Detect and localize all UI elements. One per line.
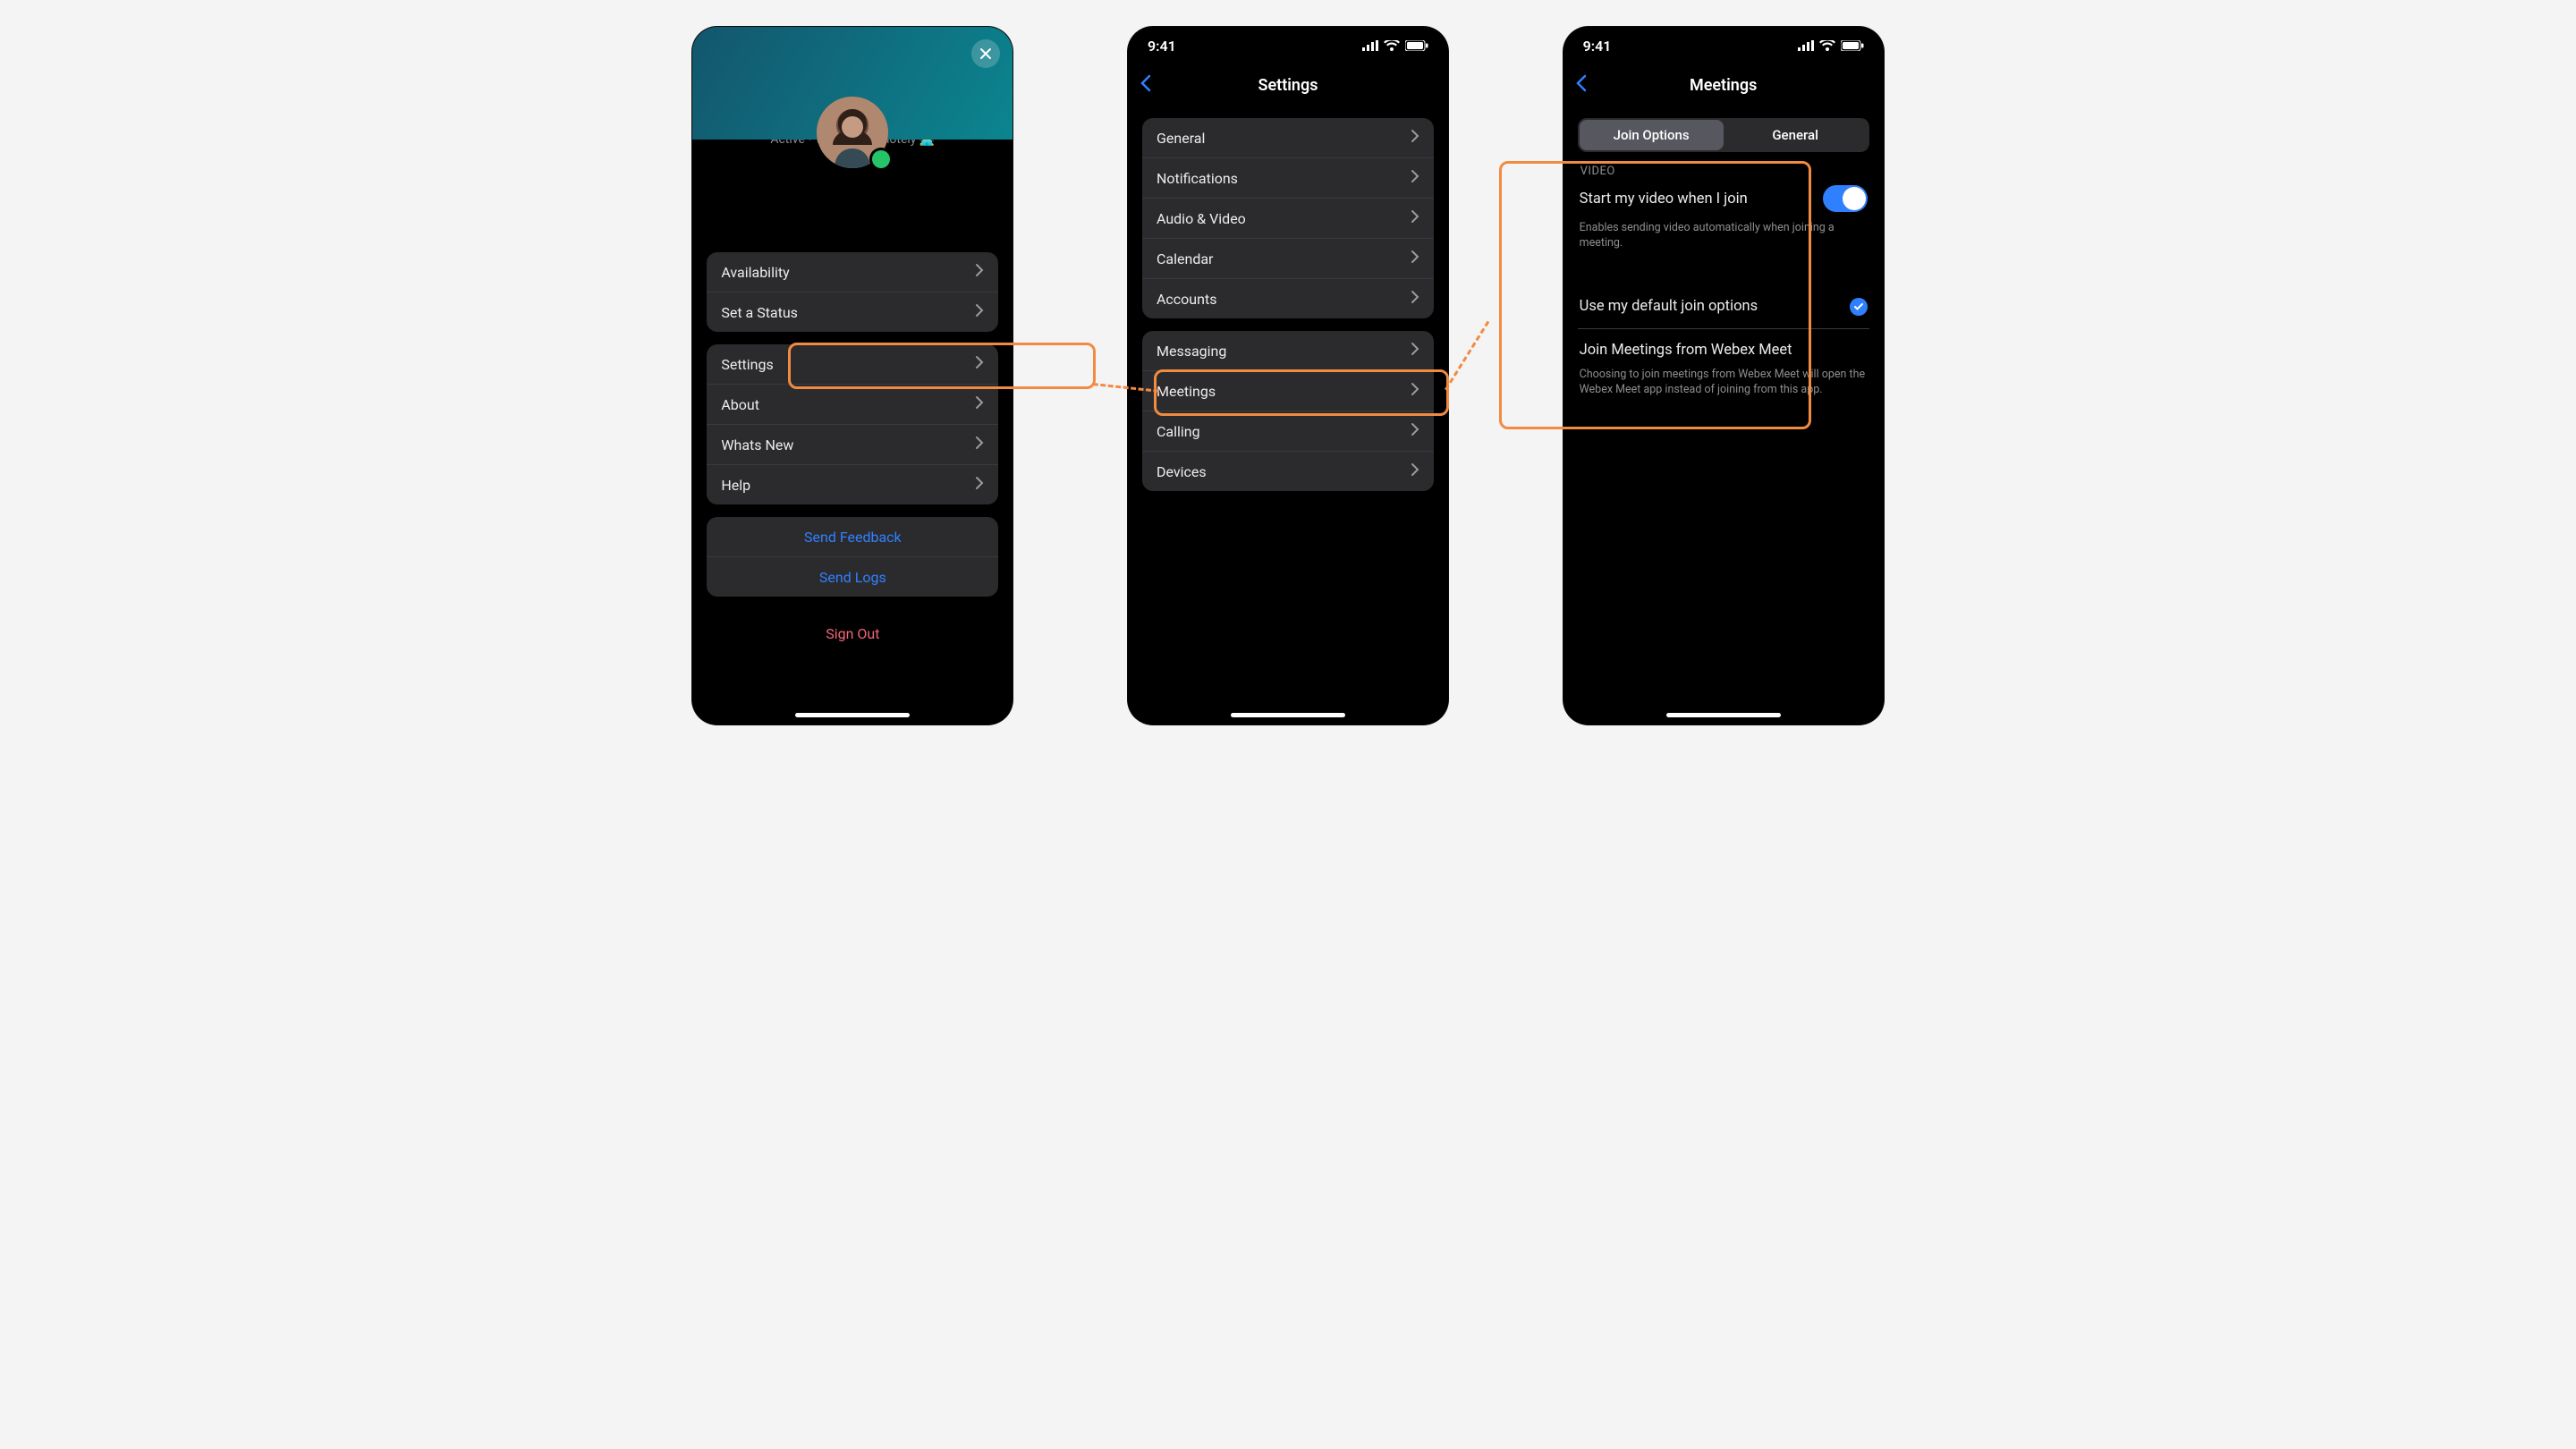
option-default-join[interactable]: Use my default join options xyxy=(1580,298,1758,315)
chevron-right-icon xyxy=(975,476,984,494)
avatar xyxy=(817,97,888,168)
chevron-right-icon xyxy=(1411,209,1419,227)
home-indicator xyxy=(1666,713,1781,717)
row-accounts[interactable]: Accounts xyxy=(1142,278,1434,318)
page-title: Settings xyxy=(1258,76,1318,95)
row-label: General xyxy=(1157,130,1205,147)
back-button[interactable] xyxy=(1576,74,1587,96)
sign-out-button[interactable]: Sign Out xyxy=(707,609,998,658)
status-bar: 9:41 xyxy=(1563,27,1884,64)
home-indicator xyxy=(1231,713,1345,717)
row-calling[interactable]: Calling xyxy=(1142,411,1434,451)
row-label: Messaging xyxy=(1157,343,1226,360)
row-label: Set a Status xyxy=(721,304,798,321)
row-set-status[interactable]: Set a Status xyxy=(707,292,998,332)
phone-meetings: 9:41 Meetings Join Options General VIDEO… xyxy=(1563,27,1884,724)
row-calendar[interactable]: Calendar xyxy=(1142,238,1434,278)
battery-icon xyxy=(1841,40,1864,51)
segmented-control: Join Options General xyxy=(1578,118,1869,152)
navbar: Settings xyxy=(1128,64,1448,106)
check-icon xyxy=(1850,298,1868,316)
row-label: About xyxy=(721,396,759,413)
status-time: 9:41 xyxy=(1148,38,1176,55)
setting-start-video: Start my video when I join Enables sendi… xyxy=(1578,185,1869,251)
row-messaging[interactable]: Messaging xyxy=(1142,331,1434,370)
chevron-right-icon xyxy=(1411,129,1419,147)
section-label-video: VIDEO xyxy=(1580,165,1869,178)
setting-desc: Enables sending video automatically when… xyxy=(1580,221,1868,251)
row-label: Sign Out xyxy=(826,625,879,642)
chevron-right-icon xyxy=(1411,382,1419,400)
chevron-right-icon xyxy=(1411,422,1419,440)
row-availability[interactable]: Availability xyxy=(707,252,998,292)
chevron-right-icon xyxy=(975,355,984,373)
chevron-left-icon xyxy=(1140,74,1151,92)
option-webex-meet[interactable]: Join Meetings from Webex Meet xyxy=(1580,342,1868,359)
cellular-icon xyxy=(1798,40,1814,51)
navbar: Meetings xyxy=(1563,64,1884,106)
back-button[interactable] xyxy=(1140,74,1151,96)
toggle-start-video[interactable] xyxy=(1823,185,1868,212)
row-label: Calendar xyxy=(1157,250,1213,267)
row-label: Accounts xyxy=(1157,291,1216,308)
row-send-feedback[interactable]: Send Feedback xyxy=(707,517,998,556)
wifi-icon xyxy=(1384,40,1400,51)
wifi-icon xyxy=(1819,40,1835,51)
phone-settings: 9:41 Settings General Notifications Audi… xyxy=(1128,27,1448,724)
row-label: Devices xyxy=(1157,463,1207,480)
segment-join-options[interactable]: Join Options xyxy=(1580,120,1724,150)
chevron-right-icon xyxy=(975,263,984,281)
row-help[interactable]: Help xyxy=(707,464,998,504)
card-feedback: Send Feedback Send Logs xyxy=(707,517,998,597)
row-settings[interactable]: Settings xyxy=(707,344,998,384)
status-bar: 9:41 xyxy=(1128,27,1448,64)
chevron-right-icon xyxy=(975,303,984,321)
row-label: Send Feedback xyxy=(804,529,902,546)
row-label: Calling xyxy=(1157,423,1200,440)
row-general[interactable]: General xyxy=(1142,118,1434,157)
battery-icon xyxy=(1405,40,1428,51)
setting-label: Start my video when I join xyxy=(1580,191,1748,208)
chevron-left-icon xyxy=(1576,74,1587,92)
cellular-icon xyxy=(1362,40,1378,51)
chevron-right-icon xyxy=(1411,250,1419,267)
row-label: Audio & Video xyxy=(1157,210,1246,227)
status-time: 9:41 xyxy=(1583,38,1612,55)
chevron-right-icon xyxy=(975,436,984,453)
chevron-right-icon xyxy=(1411,169,1419,187)
row-label: Meetings xyxy=(1157,383,1216,400)
row-devices[interactable]: Devices xyxy=(1142,451,1434,491)
row-label: Whats New xyxy=(721,436,793,453)
row-meetings[interactable]: Meetings xyxy=(1142,370,1434,411)
card-status: Availability Set a Status xyxy=(707,252,998,332)
card-general: General Notifications Audio & Video Cale… xyxy=(1142,118,1434,318)
card-settings: Settings About Whats New xyxy=(707,344,998,504)
row-notifications[interactable]: Notifications xyxy=(1142,157,1434,198)
row-audio-video[interactable]: Audio & Video xyxy=(1142,198,1434,238)
connector-2 xyxy=(1445,321,1489,391)
row-label: Help xyxy=(721,477,750,494)
close-icon xyxy=(979,47,993,61)
row-label: Notifications xyxy=(1157,170,1238,187)
chevron-right-icon xyxy=(975,395,984,413)
chevron-right-icon xyxy=(1411,342,1419,360)
chevron-right-icon xyxy=(1411,290,1419,308)
segment-general[interactable]: General xyxy=(1724,120,1868,150)
presence-indicator xyxy=(872,150,890,168)
chevron-right-icon xyxy=(1411,462,1419,480)
page-title: Meetings xyxy=(1690,76,1757,95)
row-label: Settings xyxy=(721,356,773,373)
row-label: Availability xyxy=(721,264,789,281)
row-label: Send Logs xyxy=(819,569,886,586)
card-features: Messaging Meetings Calling Devices xyxy=(1142,331,1434,491)
row-send-logs[interactable]: Send Logs xyxy=(707,556,998,597)
setting-desc: Choosing to join meetings from Webex Mee… xyxy=(1580,368,1868,398)
row-about[interactable]: About xyxy=(707,384,998,424)
phone-profile: Sonali Pritchard sonalip@example.com Act… xyxy=(692,27,1013,724)
row-whats-new[interactable]: Whats New xyxy=(707,424,998,464)
home-indicator xyxy=(795,713,910,717)
